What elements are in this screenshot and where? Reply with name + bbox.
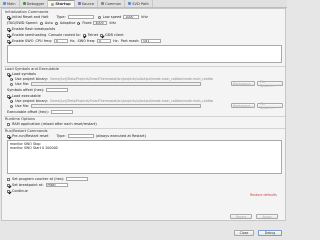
flash-breakpoints-row: Enable flash breakpoints — [7, 27, 55, 31]
revert-button[interactable]: Revert — [230, 214, 252, 219]
semihosting-checkbox[interactable] — [7, 33, 10, 37]
initial-reset-checkbox[interactable] — [7, 15, 10, 19]
load-section-title: Load Symbols and Executable — [5, 67, 59, 71]
tab-svd-path[interactable]: SVD Path — [125, 0, 153, 7]
set-breakpoint-checkbox[interactable] — [7, 183, 10, 187]
continue-checkbox[interactable] — [7, 189, 10, 193]
gdb-client-checkbox[interactable] — [100, 33, 104, 37]
load-symbols-row: Load symbols — [7, 72, 36, 76]
swo-checkbox[interactable] — [7, 39, 10, 43]
low-speed-field[interactable]: 1000 — [123, 15, 140, 19]
symbols-path-text: /home/jurij/Tests/Projects/SmartThermost… — [49, 77, 214, 81]
exec-use-file-row: Use file: — [10, 104, 202, 108]
set-pc-row: Set program counter at (hex): — [7, 177, 89, 181]
ram-application-checkbox[interactable] — [7, 122, 10, 126]
set-pc-checkbox[interactable] — [7, 177, 10, 181]
source-tab-icon — [77, 2, 81, 5]
exec-use-file-radio[interactable] — [10, 104, 13, 108]
symbols-workspace-button[interactable]: Workspace... — [231, 81, 255, 86]
run-section-title: Run/Restart Commands — [5, 129, 48, 133]
tab-common[interactable]: Common — [98, 0, 126, 7]
symbols-offset-row: Symbols offset (hex): — [7, 88, 69, 92]
common-tab-icon — [101, 2, 105, 5]
symbols-file-system-button[interactable]: File System... — [257, 80, 283, 88]
continue-row: Continue — [7, 189, 28, 193]
close-button[interactable]: Close — [234, 230, 254, 236]
fixed-speed-field[interactable]: 4000 — [93, 21, 108, 25]
runtime-section-title: Runtime Options — [5, 117, 36, 121]
exec-file-system-button[interactable]: File System... — [257, 102, 283, 110]
debugger-tab-icon — [22, 2, 26, 5]
telnet-checkbox[interactable] — [82, 33, 86, 37]
exec-project-binary-radio[interactable] — [10, 99, 13, 103]
symbols-file-field[interactable] — [31, 82, 202, 86]
auto-speed-radio[interactable] — [39, 21, 43, 25]
main-tab-icon — [3, 2, 6, 5]
dialog-button-bar: Close Debug — [0, 221, 287, 240]
apply-button[interactable]: Apply — [256, 214, 278, 219]
swo-freq-field[interactable]: 0 — [97, 39, 112, 43]
symbols-project-binary-radio[interactable] — [10, 77, 13, 81]
low-speed-radio[interactable] — [97, 15, 101, 19]
set-breakpoint-row: Set breakpoint at: main — [7, 183, 68, 187]
semihosting-row: Enable semihosting Console routed to: Te… — [7, 33, 124, 37]
svd-tab-icon — [128, 2, 132, 5]
cpu-freq-field[interactable]: 0 — [53, 39, 68, 43]
separator — [4, 116, 285, 117]
startup-tab-icon — [51, 2, 55, 6]
pre-run-reset-checkbox[interactable] — [7, 134, 10, 138]
load-executable-row: Load executable — [7, 94, 41, 98]
init-section-title: Initialization Commands — [5, 10, 49, 14]
tab-debugger[interactable]: Debugger — [20, 0, 49, 7]
symbols-use-file-radio[interactable] — [10, 82, 13, 86]
reset-type-field[interactable] — [67, 15, 94, 19]
symbols-offset-field[interactable] — [46, 88, 69, 92]
ram-application-row: RAM application (reload after each reset… — [7, 122, 97, 126]
breakpoint-field[interactable]: main — [45, 183, 68, 187]
tab-startup[interactable]: Startup — [48, 0, 75, 7]
tab-main[interactable]: Main — [0, 0, 20, 7]
load-executable-checkbox[interactable] — [7, 94, 10, 98]
exec-file-field[interactable] — [31, 104, 202, 108]
exec-project-binary-row: Use project binary: /home/jurij/Tests/Pr… — [10, 99, 213, 103]
flash-breakpoints-checkbox[interactable] — [7, 27, 10, 31]
exec-path-text: /home/jurij/Tests/Projects/SmartThermost… — [49, 99, 214, 103]
pre-run-type-field[interactable] — [67, 134, 94, 138]
adaptive-speed-radio[interactable] — [54, 21, 58, 25]
init-commands-textarea[interactable] — [7, 45, 282, 63]
swo-row: Enable SWO CPU freq: 0 Hz. SWO freq: 0 H… — [7, 39, 162, 43]
debug-button[interactable]: Debug — [258, 230, 282, 236]
run-commands-textarea[interactable]: monitor SWO Stop monitor SWO Start 0 200… — [7, 140, 282, 174]
tab-source[interactable]: Source — [75, 0, 99, 7]
exec-offset-row: Executable offset (hex): — [7, 110, 73, 114]
port-mask-field[interactable]: 0x1 — [141, 39, 162, 43]
jtag-speed-row: JTAG/SWD Speed: Auto Adaptive Fixed 4000… — [7, 21, 116, 25]
exec-workspace-button[interactable]: Workspace... — [231, 103, 255, 108]
pre-run-reset-row: Pre-run/Restart reset Type: (always exec… — [7, 134, 146, 138]
set-pc-field[interactable] — [66, 177, 89, 181]
symbols-project-binary-row: Use project binary: /home/jurij/Tests/Pr… — [10, 77, 213, 81]
load-symbols-checkbox[interactable] — [7, 72, 10, 76]
fixed-speed-radio[interactable] — [77, 21, 81, 25]
exec-offset-field[interactable] — [50, 110, 73, 114]
initial-reset-row: Initial Reset and Halt Type: Low speed 1… — [7, 15, 148, 19]
tab-bar: Main Debugger Startup Source Common SVD … — [0, 0, 287, 8]
restore-defaults-link[interactable]: Restore defaults — [250, 193, 277, 197]
startup-panel: Initialization Commands Initial Reset an… — [1, 8, 286, 221]
symbols-use-file-row: Use file: — [10, 82, 202, 86]
